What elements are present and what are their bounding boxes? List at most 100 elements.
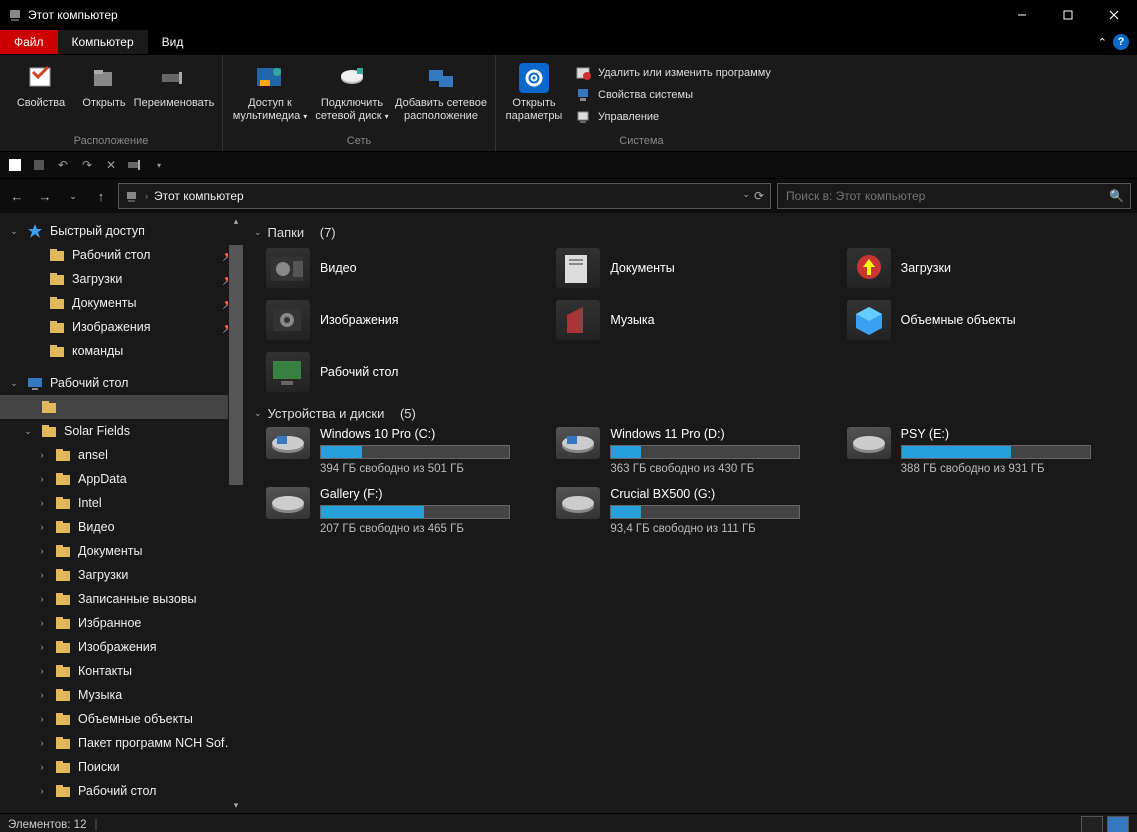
expand-arrow-icon[interactable]: ⌄: [8, 378, 20, 389]
add-network-location-button[interactable]: Добавить сетевое расположение: [393, 59, 489, 122]
qat-undo-icon[interactable]: ↶: [54, 156, 72, 174]
drives-section-header[interactable]: ⌄ Устройства и диски (5): [254, 406, 1127, 421]
minimize-button[interactable]: [999, 0, 1045, 30]
details-view-button[interactable]: [1081, 816, 1103, 832]
sidebar-user-item[interactable]: › Пакет программ NCH Software: [0, 731, 244, 755]
folder-item[interactable]: Загрузки: [847, 246, 1127, 290]
tab-view[interactable]: Вид: [148, 30, 198, 54]
back-button[interactable]: ←: [6, 185, 28, 207]
folder-item[interactable]: Музыка: [556, 298, 836, 342]
system-properties-button[interactable]: Свойства системы: [572, 85, 775, 105]
search-box[interactable]: 🔍: [777, 183, 1131, 209]
sidebar-user-item[interactable]: › Поиски: [0, 755, 244, 779]
breadcrumb[interactable]: Этот компьютер: [154, 189, 244, 203]
expand-arrow-icon[interactable]: ›: [36, 570, 48, 580]
address-bar[interactable]: › Этот компьютер ⌄ ⟳: [118, 183, 771, 209]
sidebar-user-item[interactable]: › Изображения: [0, 635, 244, 659]
expand-arrow-icon[interactable]: ›: [36, 714, 48, 724]
close-button[interactable]: [1091, 0, 1137, 30]
folder-item[interactable]: Видео: [266, 246, 546, 290]
tab-file[interactable]: Файл: [0, 30, 58, 54]
sidebar-qa-item[interactable]: Рабочий стол 📌: [0, 243, 244, 267]
search-input[interactable]: [784, 188, 1109, 204]
scroll-up-icon[interactable]: ▴: [228, 213, 244, 229]
qat-paste-icon[interactable]: [30, 156, 48, 174]
drive-item[interactable]: PSY (E:) 388 ГБ свободно из 931 ГБ: [847, 427, 1127, 475]
drive-item[interactable]: Windows 11 Pro (D:) 363 ГБ свободно из 4…: [556, 427, 836, 475]
sidebar-user-item[interactable]: › ansel: [0, 443, 244, 467]
qat-checkbox-icon[interactable]: [6, 156, 24, 174]
expand-arrow-icon[interactable]: ›: [36, 642, 48, 652]
sidebar-user-item[interactable]: › AppData: [0, 467, 244, 491]
tree-item-label: Поиски: [78, 760, 238, 774]
sidebar-qa-item[interactable]: Документы 📌: [0, 291, 244, 315]
up-button[interactable]: ↑: [90, 185, 112, 207]
recent-locations-button[interactable]: ⌄: [62, 185, 84, 207]
folder-item[interactable]: Документы: [556, 246, 836, 290]
folders-section-header[interactable]: ⌄ Папки (7): [254, 225, 1127, 240]
drive-item[interactable]: Gallery (F:) 207 ГБ свободно из 465 ГБ: [266, 487, 546, 535]
drive-item[interactable]: Windows 10 Pro (C:) 394 ГБ свободно из 5…: [266, 427, 546, 475]
sidebar-user-item[interactable]: › Загрузки: [0, 563, 244, 587]
sidebar-user-item[interactable]: › Избранное: [0, 611, 244, 635]
expand-arrow-icon[interactable]: ›: [36, 498, 48, 508]
expand-arrow-icon[interactable]: ›: [36, 450, 48, 460]
qat-rename-icon[interactable]: [126, 156, 144, 174]
expand-arrow-icon[interactable]: ⌄: [22, 426, 34, 437]
expand-arrow-icon[interactable]: ›: [36, 690, 48, 700]
expand-arrow-icon[interactable]: ›: [36, 618, 48, 628]
manage-button[interactable]: Управление: [572, 107, 775, 127]
sidebar-user-item[interactable]: › Объемные объекты: [0, 707, 244, 731]
sidebar-user-item[interactable]: › Видео: [0, 515, 244, 539]
minimize-ribbon-button[interactable]: ⌃: [1098, 36, 1107, 49]
uninstall-program-button[interactable]: Удалить или изменить программу: [572, 63, 775, 83]
media-access-button[interactable]: Доступ к мультимедиа ▾: [229, 59, 311, 122]
settings-button[interactable]: Открыть параметры: [502, 59, 566, 122]
expand-arrow-icon[interactable]: ›: [36, 762, 48, 772]
open-button[interactable]: Открыть: [76, 59, 132, 110]
sidebar-qa-item[interactable]: команды: [0, 339, 244, 363]
qat-delete-icon[interactable]: ✕: [102, 156, 120, 174]
qat-redo-icon[interactable]: ↷: [78, 156, 96, 174]
expand-arrow-icon[interactable]: ⌄: [8, 226, 20, 237]
sidebar-qa-item[interactable]: Загрузки 📌: [0, 267, 244, 291]
expand-arrow-icon[interactable]: ›: [36, 666, 48, 676]
sidebar-scrollbar[interactable]: ▴ ▾: [228, 213, 244, 813]
maximize-button[interactable]: [1045, 0, 1091, 30]
sidebar-user[interactable]: ⌄ Solar Fields: [0, 419, 244, 443]
map-drive-button[interactable]: Подключить сетевой диск ▾: [311, 59, 393, 122]
expand-arrow-icon[interactable]: ›: [36, 738, 48, 748]
expand-arrow-icon[interactable]: ›: [36, 546, 48, 556]
properties-button[interactable]: Свойства: [6, 59, 76, 110]
qat-customize-icon[interactable]: ▾: [150, 156, 168, 174]
drive-item[interactable]: Crucial BX500 (G:) 93,4 ГБ свободно из 1…: [556, 487, 836, 535]
drive-usage-bar: [901, 445, 1091, 459]
scrollbar-thumb[interactable]: [229, 245, 243, 485]
expand-arrow-icon[interactable]: ›: [36, 474, 48, 484]
sidebar-qa-item[interactable]: Изображения 📌: [0, 315, 244, 339]
system-properties-icon: [576, 87, 592, 103]
sidebar-user-item[interactable]: › Документы: [0, 539, 244, 563]
tab-computer[interactable]: Компьютер: [58, 30, 148, 54]
sidebar-user-item[interactable]: › Записанные вызовы: [0, 587, 244, 611]
expand-arrow-icon[interactable]: ›: [36, 522, 48, 532]
folder-item[interactable]: Изображения: [266, 298, 546, 342]
help-button[interactable]: ?: [1113, 34, 1129, 50]
large-icons-view-button[interactable]: [1107, 816, 1129, 832]
refresh-button[interactable]: ⟳: [754, 189, 764, 203]
sidebar-user-item[interactable]: › Контакты: [0, 659, 244, 683]
rename-button[interactable]: Переименовать: [132, 59, 216, 110]
sidebar-desktop[interactable]: ⌄ Рабочий стол: [0, 371, 244, 395]
folder-item[interactable]: Объемные объекты: [847, 298, 1127, 342]
scroll-down-icon[interactable]: ▾: [228, 797, 244, 813]
sidebar-selected-item[interactable]: [0, 395, 244, 419]
forward-button[interactable]: →: [34, 185, 56, 207]
sidebar-quick-access[interactable]: ⌄ Быстрый доступ: [0, 219, 244, 243]
sidebar-user-item[interactable]: › Музыка: [0, 683, 244, 707]
sidebar-user-item[interactable]: › Рабочий стол: [0, 779, 244, 803]
folder-item[interactable]: Рабочий стол: [266, 350, 546, 394]
expand-arrow-icon[interactable]: ›: [36, 594, 48, 604]
expand-arrow-icon[interactable]: ›: [36, 786, 48, 796]
sidebar-user-item[interactable]: › Intel: [0, 491, 244, 515]
address-dropdown-button[interactable]: ⌄: [742, 189, 750, 203]
